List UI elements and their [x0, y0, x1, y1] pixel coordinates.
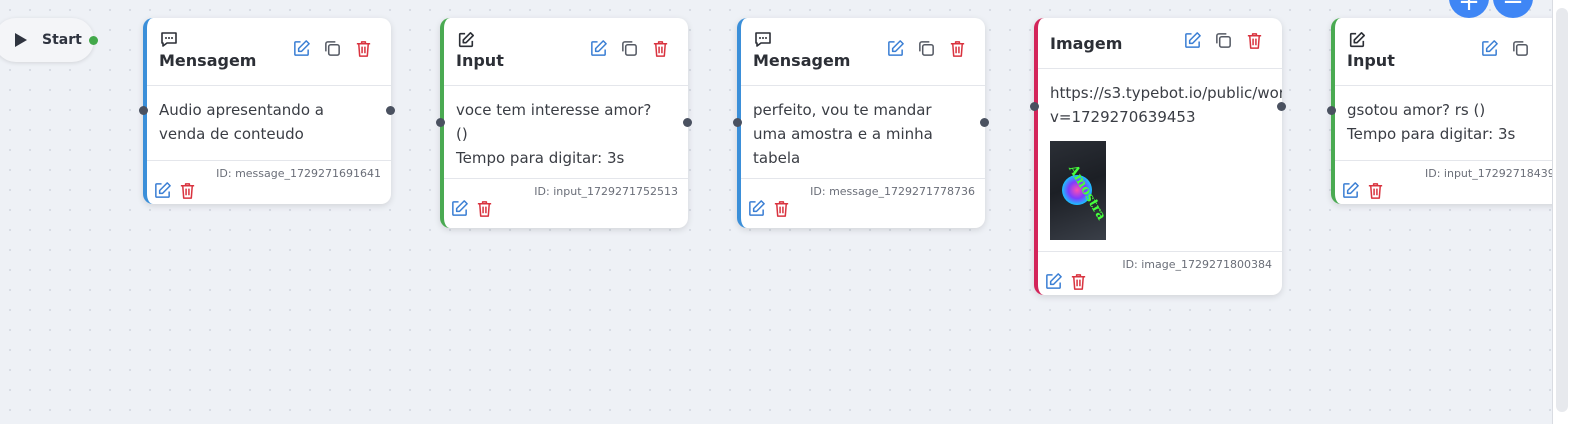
content-line: voce tem interesse amor?: [456, 101, 652, 119]
content-line: (): [456, 125, 468, 143]
block-content: https://s3.typebot.io/public/workspaces/…: [1038, 69, 1282, 240]
output-port[interactable]: [683, 118, 692, 127]
delete-icon[interactable]: [1245, 31, 1264, 50]
edit-icon[interactable]: [153, 181, 172, 200]
delete-icon[interactable]: [475, 199, 494, 218]
input-port[interactable]: [139, 106, 148, 115]
flow-canvas[interactable]: Start Mensagem Audio apresentando a vend…: [0, 0, 1584, 424]
block-id: ID: input_1729271843900: [1425, 167, 1569, 180]
start-label: Start: [42, 32, 82, 48]
input-block[interactable]: Input gsotou amor? rs () Tempo para digi…: [1331, 18, 1579, 204]
output-port[interactable]: [980, 118, 989, 127]
scrollbar-thumb[interactable]: [1556, 8, 1568, 412]
delete-icon[interactable]: [178, 181, 197, 200]
input-port[interactable]: [733, 118, 742, 127]
block-title: Input: [456, 51, 504, 70]
image-block[interactable]: Imagem https://s3.typebot.io/public/work…: [1034, 18, 1282, 295]
delete-icon[interactable]: [772, 199, 791, 218]
edit-icon[interactable]: [1341, 181, 1360, 200]
input-block[interactable]: Input voce tem interesse amor? () Tempo …: [440, 18, 688, 228]
block-title: Input: [1347, 51, 1395, 70]
edit-icon[interactable]: [886, 39, 905, 58]
duplicate-icon[interactable]: [620, 39, 639, 58]
image-thumbnail[interactable]: Amostra: [1050, 141, 1106, 240]
start-output-port[interactable]: [89, 36, 98, 45]
block-title: Mensagem: [159, 51, 257, 70]
content-line: uma amostra e a minha: [753, 125, 933, 143]
edit-icon[interactable]: [1044, 272, 1063, 291]
edit-icon[interactable]: [1480, 39, 1499, 58]
content-line: Tempo para digitar: 3s: [1347, 125, 1516, 143]
image-url-query: v=1729270639453: [1050, 108, 1196, 126]
content-line: Audio apresentando a: [159, 101, 324, 119]
content-line: perfeito, vou te mandar: [753, 101, 932, 119]
delete-icon[interactable]: [354, 39, 373, 58]
edit-icon[interactable]: [589, 39, 608, 58]
block-id: ID: input_1729271752513: [534, 185, 678, 198]
duplicate-icon[interactable]: [917, 39, 936, 58]
edit-text-icon: [458, 31, 475, 48]
zoom-in-button[interactable]: +: [1449, 0, 1489, 18]
start-node[interactable]: Start: [0, 18, 94, 62]
edit-icon[interactable]: [450, 199, 469, 218]
block-id: ID: image_1729271800384: [1122, 258, 1272, 271]
output-port[interactable]: [386, 106, 395, 115]
input-port[interactable]: [1327, 106, 1336, 115]
block-content: perfeito, vou te mandar uma amostra e a …: [741, 86, 985, 170]
content-line: tabela: [753, 149, 801, 167]
delete-icon[interactable]: [651, 39, 670, 58]
block-content: voce tem interesse amor? () Tempo para d…: [444, 86, 688, 170]
block-title: Imagem: [1050, 34, 1123, 53]
message-icon: [161, 32, 177, 47]
delete-icon[interactable]: [1069, 272, 1088, 291]
delete-icon[interactable]: [1366, 181, 1385, 200]
delete-icon[interactable]: [948, 39, 967, 58]
edit-icon[interactable]: [292, 39, 311, 58]
duplicate-icon[interactable]: [1511, 39, 1530, 58]
block-content: Audio apresentando a venda de conteudo: [147, 86, 391, 146]
output-port[interactable]: [1277, 102, 1286, 111]
block-id: ID: message_1729271691641: [216, 167, 381, 180]
image-url: https://s3.typebot.io/public/workspaces/: [1050, 84, 1282, 102]
input-port[interactable]: [436, 118, 445, 127]
message-icon: [755, 32, 771, 47]
play-icon: [15, 33, 27, 47]
content-line: gsotou amor? rs (): [1347, 101, 1486, 119]
zoom-out-button[interactable]: −: [1493, 0, 1533, 18]
message-block[interactable]: Mensagem Audio apresentando a venda de c…: [143, 18, 391, 204]
duplicate-icon[interactable]: [1214, 31, 1233, 50]
edit-icon[interactable]: [747, 199, 766, 218]
message-block[interactable]: Mensagem perfeito, vou te mandar uma amo…: [737, 18, 985, 228]
content-line: venda de conteudo: [159, 125, 304, 143]
block-content: gsotou amor? rs () Tempo para digitar: 3…: [1335, 86, 1579, 146]
edit-icon[interactable]: [1183, 31, 1202, 50]
content-line: Tempo para digitar: 3s: [456, 149, 625, 167]
block-id: ID: message_1729271778736: [810, 185, 975, 198]
duplicate-icon[interactable]: [323, 39, 342, 58]
edit-text-icon: [1349, 31, 1366, 48]
input-port[interactable]: [1030, 102, 1039, 111]
block-title: Mensagem: [753, 51, 851, 70]
